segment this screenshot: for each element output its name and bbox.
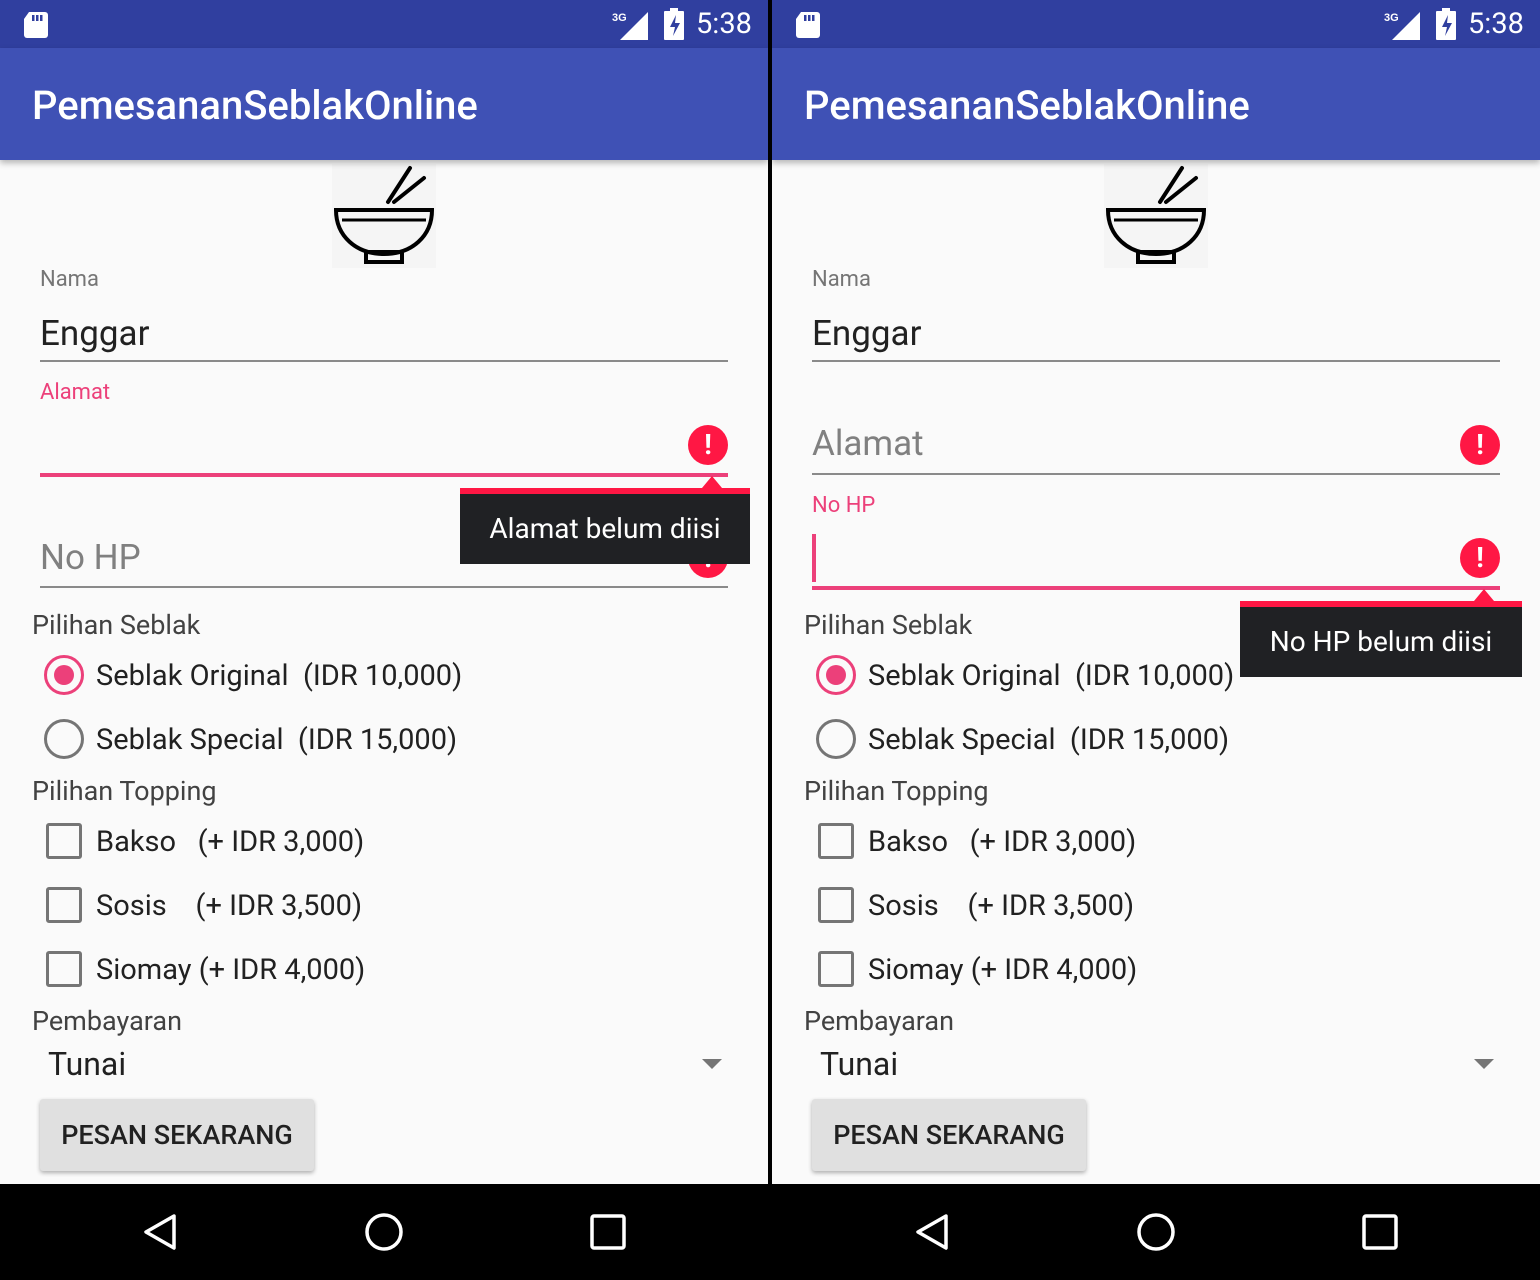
navigation-bar	[0, 1184, 768, 1280]
dropdown-arrow-icon[interactable]	[702, 1059, 722, 1069]
checkbox-sosis[interactable]	[818, 887, 854, 923]
pesan-sekarang-button[interactable]: PESAN SEKARANG	[40, 1099, 314, 1171]
text-cursor	[812, 534, 816, 582]
bowl-chopsticks-icon	[1104, 164, 1208, 268]
sd-card-icon	[24, 12, 48, 38]
nama-label: Nama	[40, 267, 99, 292]
alamat-underline	[812, 473, 1500, 475]
nama-underline	[812, 360, 1500, 362]
nohp-input[interactable]	[812, 586, 1500, 590]
alamat-input[interactable]: Alamat	[812, 422, 924, 466]
seblak-special-label[interactable]: Seblak Special (IDR 15,000)	[96, 722, 457, 758]
dropdown-arrow-icon[interactable]	[1474, 1059, 1494, 1069]
nohp-label: No HP	[812, 493, 876, 518]
svg-text:3G: 3G	[1384, 12, 1399, 24]
alamat-input[interactable]	[40, 473, 728, 477]
tooltip-accent-bar	[460, 488, 750, 494]
nama-underline	[40, 360, 728, 362]
checkbox-siomay[interactable]	[46, 951, 82, 987]
nohp-underline	[40, 586, 728, 588]
bakso-label[interactable]: Bakso (+ IDR 3,000)	[868, 824, 1136, 860]
back-icon[interactable]	[140, 1212, 180, 1252]
radio-seblak-special[interactable]	[44, 719, 84, 759]
checkbox-siomay[interactable]	[818, 951, 854, 987]
checkbox-bakso[interactable]	[818, 823, 854, 859]
app-title: PemesananSeblakOnline	[32, 82, 478, 129]
tooltip-arrow	[702, 476, 722, 488]
seblak-original-label[interactable]: Seblak Original (IDR 10,000)	[868, 658, 1234, 694]
radio-seblak-original[interactable]	[44, 655, 84, 695]
siomay-label[interactable]: Siomay (+ IDR 4,000)	[868, 952, 1137, 988]
nama-input[interactable]: Enggar	[40, 312, 149, 356]
pilihan-topping-label: Pilihan Topping	[804, 775, 989, 807]
sosis-label[interactable]: Sosis (+ IDR 3,500)	[96, 888, 362, 924]
tooltip-arrow	[1474, 589, 1494, 601]
pembayaran-spinner[interactable]: Tunai	[48, 1044, 126, 1084]
bowl-chopsticks-icon	[332, 164, 436, 268]
nohp-input[interactable]: No HP	[40, 536, 141, 580]
recents-icon[interactable]	[590, 1214, 626, 1250]
screen-right: 3G 5:38 PemesananSeblakOnline Nama Engga…	[772, 0, 1540, 1280]
pembayaran-spinner[interactable]: Tunai	[820, 1044, 898, 1084]
nama-label: Nama	[812, 267, 871, 292]
svg-text:3G: 3G	[612, 12, 627, 24]
battery-charging-icon	[664, 8, 684, 40]
battery-charging-icon	[1436, 8, 1456, 40]
radio-seblak-special[interactable]	[816, 719, 856, 759]
sosis-label[interactable]: Sosis (+ IDR 3,500)	[868, 888, 1134, 924]
siomay-label[interactable]: Siomay (+ IDR 4,000)	[96, 952, 365, 988]
seblak-original-label[interactable]: Seblak Original (IDR 10,000)	[96, 658, 462, 694]
tooltip-text: Alamat belum diisi	[489, 512, 721, 545]
pembayaran-label: Pembayaran	[32, 1005, 182, 1037]
signal-3g-icon: 3G	[612, 12, 648, 40]
back-icon[interactable]	[912, 1212, 952, 1252]
pilihan-seblak-label: Pilihan Seblak	[804, 609, 973, 641]
sd-card-icon	[796, 12, 820, 38]
pilihan-topping-label: Pilihan Topping	[32, 775, 217, 807]
screen-left: 3G 5:38 PemesananSeblakOnline Nama Engga…	[0, 0, 768, 1280]
checkbox-sosis[interactable]	[46, 887, 82, 923]
signal-3g-icon: 3G	[1384, 12, 1420, 40]
app-bar: PemesananSeblakOnline	[0, 48, 768, 160]
alamat-error-tooltip: Alamat belum diisi	[460, 476, 750, 564]
nohp-error-tooltip: No HP belum diisi	[1240, 589, 1522, 677]
status-bar: 3G 5:38	[0, 0, 768, 48]
clock: 5:38	[696, 7, 752, 41]
error-icon: !	[688, 425, 728, 465]
error-icon: !	[1460, 538, 1500, 578]
pembayaran-label: Pembayaran	[804, 1005, 954, 1037]
bakso-label[interactable]: Bakso (+ IDR 3,000)	[96, 824, 364, 860]
error-icon: !	[1460, 425, 1500, 465]
pesan-sekarang-button[interactable]: PESAN SEKARANG	[812, 1099, 1086, 1171]
radio-seblak-original[interactable]	[816, 655, 856, 695]
tooltip-text: No HP belum diisi	[1269, 625, 1493, 658]
recents-icon[interactable]	[1362, 1214, 1398, 1250]
tooltip-accent-bar	[1240, 601, 1522, 607]
navigation-bar	[772, 1184, 1540, 1280]
seblak-special-label[interactable]: Seblak Special (IDR 15,000)	[868, 722, 1229, 758]
checkbox-bakso[interactable]	[46, 823, 82, 859]
nama-input[interactable]: Enggar	[812, 312, 921, 356]
home-icon[interactable]	[1136, 1212, 1176, 1252]
clock: 5:38	[1468, 7, 1524, 41]
alamat-label: Alamat	[40, 380, 111, 405]
app-title: PemesananSeblakOnline	[804, 82, 1250, 129]
status-bar: 3G 5:38	[772, 0, 1540, 48]
pilihan-seblak-label: Pilihan Seblak	[32, 609, 201, 641]
app-bar: PemesananSeblakOnline	[772, 48, 1540, 160]
home-icon[interactable]	[364, 1212, 404, 1252]
